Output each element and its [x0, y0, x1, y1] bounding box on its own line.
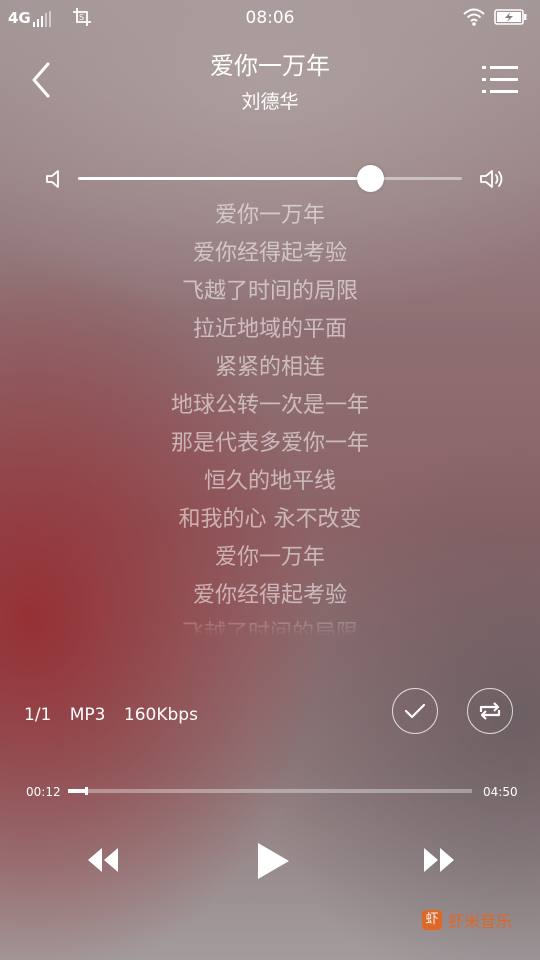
- track-format-info: 1/1 MP3 160Kbps: [24, 705, 211, 725]
- lyric-line: 地球公转一次是一年: [170, 393, 369, 418]
- favorite-check-button[interactable]: [392, 688, 438, 734]
- progress-bar[interactable]: [68, 787, 472, 795]
- check-icon: [404, 703, 426, 719]
- status-bar: 4G S 08:06: [0, 0, 540, 36]
- xiami-logo: 虾 虾米音乐: [422, 908, 512, 932]
- bitrate: 160Kbps: [123, 705, 198, 725]
- lyric-line: 拉近地域的平面: [192, 317, 347, 342]
- elapsed-time: 00:12: [26, 785, 61, 799]
- playlist-button[interactable]: [480, 62, 520, 98]
- repeat-button[interactable]: [467, 688, 513, 734]
- wifi-icon: [463, 8, 485, 26]
- battery-icon: [494, 9, 527, 25]
- total-time: 04:50: [483, 785, 518, 799]
- play-button[interactable]: [252, 840, 292, 882]
- volume-thumb[interactable]: [356, 165, 384, 192]
- brand-name: 虾米音乐: [448, 912, 513, 931]
- lyric-line: 爱你一万年: [214, 203, 325, 228]
- volume-fill: [78, 177, 370, 180]
- artist-name: 刘德华: [241, 91, 299, 113]
- lyric-line: 爱你经得起考验: [192, 583, 347, 608]
- lyric-line: 爱你一万年: [214, 545, 325, 570]
- lyric-line: 和我的心 永不改变: [178, 507, 362, 532]
- rewind-button[interactable]: [84, 844, 122, 876]
- volume-low-icon[interactable]: [44, 168, 66, 190]
- song-title: 爱你一万年: [210, 52, 330, 80]
- xiami-logo-icon: 虾: [422, 910, 442, 930]
- lyrics-panel[interactable]: 爱你一万年 爱你经得起考验 飞越了时间的局限 拉近地域的平面 紧紧的相连 地球公转一次是一…: [0, 197, 540, 637]
- lyric-line: 爱你经得起考验: [192, 241, 347, 266]
- volume-high-icon[interactable]: [478, 168, 504, 190]
- fast-forward-button[interactable]: [420, 844, 458, 876]
- lyric-line: 飞越了时间的局限: [181, 279, 358, 304]
- lyric-line: 紧紧的相连: [214, 355, 325, 380]
- repeat-icon: [479, 702, 501, 720]
- lyric-line: 那是代表多爱你一年: [170, 431, 369, 456]
- clock: 08:06: [245, 8, 295, 28]
- progress-fill: [68, 789, 87, 793]
- progress-handle[interactable]: [85, 787, 89, 795]
- file-format: MP3: [69, 705, 106, 725]
- lyric-line: 飞越了时间的局限: [181, 621, 358, 637]
- track-index: 1/1: [24, 705, 52, 725]
- volume-slider[interactable]: [78, 165, 462, 192]
- lyric-line: 恒久的地平线: [203, 469, 336, 494]
